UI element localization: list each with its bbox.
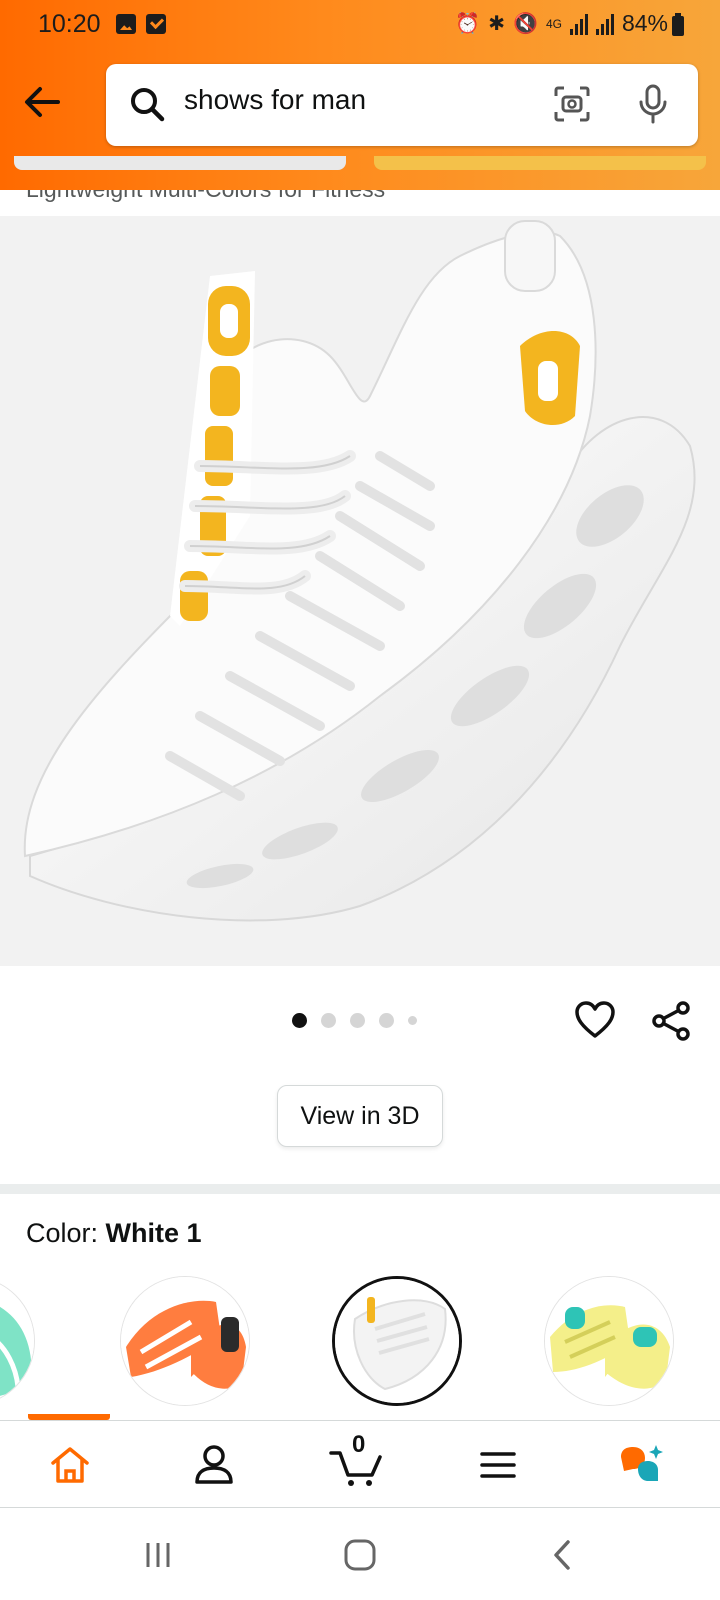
back-nav-icon[interactable] [532,1530,592,1580]
color-swatch-orange[interactable] [120,1276,250,1406]
recent-apps-icon[interactable] [128,1530,188,1580]
status-notification-icons [116,14,166,34]
app-screen: 10:20 ⏰ ✱ 🔇 4G 84% shows for man View in… [0,0,720,1600]
image-carousel-dots[interactable] [292,1013,417,1028]
battery-icon [672,13,684,36]
search-input[interactable] [184,84,524,116]
task-notification-icon [146,14,166,34]
carousel-dot[interactable] [292,1013,307,1028]
nav-rufus[interactable] [592,1421,692,1509]
signal-2-icon [595,13,614,35]
color-label-prefix: Color: [26,1218,99,1248]
microphone-icon[interactable] [636,82,670,131]
title-strip: Lightweight Multi-Colors for Fitness [0,190,720,216]
section-divider [0,1184,720,1194]
cart-count-badge: 0 [352,1431,366,1458]
home-button-icon[interactable] [330,1530,390,1580]
color-swatch-mint[interactable] [0,1276,35,1406]
share-icon[interactable] [650,1000,692,1047]
selected-color-name: White 1 [105,1218,202,1248]
back-arrow-icon[interactable] [20,80,64,124]
search-icon [128,84,168,129]
status-time: 10:20 [38,10,101,38]
search-bar[interactable] [106,64,698,146]
product-title-partial: Lightweight Multi-Colors for Fitness [26,190,385,203]
bluetooth-icon: ✱ [488,12,506,35]
wishlist-heart-icon[interactable] [574,1000,616,1045]
alarm-icon: ⏰ [455,12,481,35]
color-swatch-white-1[interactable] [332,1276,462,1406]
home-icon [51,1447,89,1483]
gallery-notification-icon [116,14,136,34]
network-type-icon: 4G [545,16,562,31]
peek-button-primary [374,156,706,170]
nav-account[interactable] [164,1421,264,1509]
view-in-3d-button[interactable]: View in 3D [277,1085,443,1147]
carousel-dot[interactable] [379,1013,394,1028]
nav-home[interactable] [20,1421,120,1509]
carousel-dot[interactable] [321,1013,336,1028]
carousel-dot[interactable] [408,1016,417,1025]
color-swatch-yellow[interactable] [544,1276,674,1406]
shoe-illustration [23,220,696,922]
mute-icon: 🔇 [513,12,538,35]
battery-percent: 84% [621,10,668,36]
nav-menu[interactable] [448,1421,548,1509]
rufus-ai-icon [621,1445,663,1481]
signal-icon [569,13,588,35]
camera-search-icon[interactable] [552,84,592,129]
bottom-navigation: 0 [0,1420,720,1508]
status-indicators: ⏰ ✱ 🔇 4G 84% [455,10,668,37]
carousel-dot[interactable] [350,1013,365,1028]
header: 10:20 ⏰ ✱ 🔇 4G 84% [0,0,720,190]
status-bar: 10:20 ⏰ ✱ 🔇 4G 84% [0,0,720,52]
nav-cart[interactable]: 0 [306,1421,406,1509]
product-image[interactable] [0,216,720,966]
account-icon [195,1445,233,1484]
color-selection-label: Color: White 1 [26,1218,202,1249]
system-navigation-bar [0,1510,720,1600]
peek-button-secondary [14,156,346,170]
hamburger-menu-icon [480,1452,516,1478]
